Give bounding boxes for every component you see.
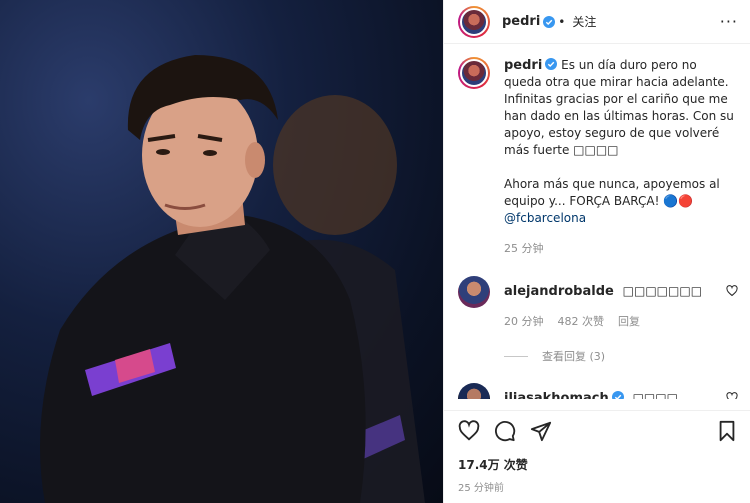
commenter-username[interactable]: alejandrobalde xyxy=(504,284,614,299)
likes-count[interactable]: 17.4万 次赞 xyxy=(458,456,738,473)
post-photo[interactable] xyxy=(0,0,443,503)
instagram-post: pedri • 关注 ··· pedri Es un día duro pero… xyxy=(0,0,750,503)
heart-icon[interactable] xyxy=(458,419,480,442)
commenter-avatar[interactable] xyxy=(458,276,490,308)
like-comment-icon[interactable] xyxy=(726,285,738,297)
comment-likes[interactable]: 482 次赞 xyxy=(558,313,605,329)
verified-badge-icon xyxy=(611,391,624,399)
caption-username[interactable]: pedri xyxy=(504,58,542,73)
replies-divider xyxy=(504,355,528,357)
post-time: 25 分钟前 xyxy=(458,483,504,494)
share-icon[interactable] xyxy=(530,420,552,442)
comment-item: alejandrobalde □□□□□□□ 20 分钟 482 次赞 回复 xyxy=(458,276,738,329)
caption: pedri Es un día duro pero no queda otra … xyxy=(458,57,738,257)
commenter-username[interactable]: iliasakhomach xyxy=(504,391,609,399)
view-replies-label: 查看回复 (3) xyxy=(542,350,606,363)
bookmark-icon[interactable] xyxy=(716,420,738,442)
comment-text: □□□□□□□ xyxy=(622,284,703,298)
commenter-avatar[interactable] xyxy=(458,383,490,399)
caption-time: 25 分钟 xyxy=(504,242,544,255)
verified-badge-icon xyxy=(545,58,558,70)
comment-item: iliasakhomach □□□□ xyxy=(458,383,738,399)
comment-icon[interactable] xyxy=(494,420,516,442)
verified-badge-icon xyxy=(543,15,556,28)
caption-avatar[interactable] xyxy=(458,57,490,89)
caption-mention[interactable]: @fcbarcelona xyxy=(504,210,738,227)
caption-text: Es un día duro pero no queda otra que mi… xyxy=(504,58,734,208)
comment-text: □□□□ xyxy=(632,391,678,399)
author-username[interactable]: pedri xyxy=(502,14,540,29)
reply-button[interactable]: 回复 xyxy=(618,313,640,329)
view-replies-button[interactable]: 查看回复 (3) xyxy=(504,348,738,364)
separator-dot: • xyxy=(558,14,566,29)
post-header: pedri • 关注 ··· xyxy=(444,0,750,44)
comment-time: 20 分钟 xyxy=(504,315,544,328)
like-comment-icon[interactable] xyxy=(726,392,738,399)
comments-section[interactable]: pedri Es un día duro pero no queda otra … xyxy=(444,57,750,399)
more-options-icon[interactable]: ··· xyxy=(720,12,738,31)
author-avatar[interactable] xyxy=(458,5,490,38)
action-bar: 17.4万 次赞 25 分钟前 xyxy=(444,410,750,503)
follow-button[interactable]: 关注 xyxy=(572,13,596,30)
post-sidebar: pedri • 关注 ··· pedri Es un día duro pero… xyxy=(443,0,750,503)
photo-illustration xyxy=(40,55,425,503)
